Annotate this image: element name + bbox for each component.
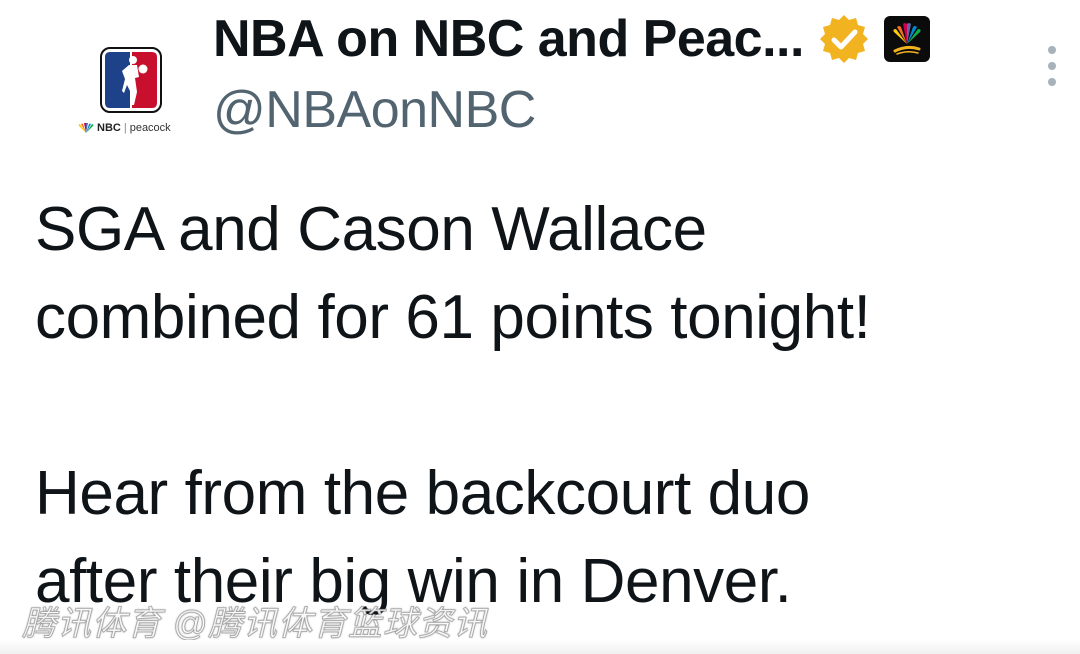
verified-badge-icon[interactable]	[818, 13, 870, 65]
nba-logo-icon	[100, 47, 162, 113]
nbc-sports-peacock-icon	[893, 23, 921, 55]
nbc-label: NBC	[97, 122, 121, 134]
affiliate-badge-icon[interactable]	[883, 16, 930, 62]
author-avatar[interactable]: NBC | peacock	[28, 14, 176, 162]
peacock-label: peacock	[129, 122, 171, 134]
bottom-edge	[0, 640, 1080, 654]
author-handle[interactable]: @NBAonNBC	[213, 80, 536, 140]
nbc-peacock-icon	[78, 123, 94, 133]
source-watermark: 腾讯体育 @腾讯体育篮球资讯	[22, 605, 488, 644]
more-options-icon[interactable]	[1040, 42, 1064, 92]
tweet-text: SGA and Cason Wallace combined for 61 po…	[35, 186, 1065, 626]
author-name-row: NBA on NBC and Peac...	[213, 8, 930, 70]
avatar-brand-line: NBC | peacock	[78, 120, 188, 136]
brand-separator: |	[123, 122, 127, 134]
author-display-name[interactable]: NBA on NBC and Peac...	[213, 9, 804, 69]
tweet-paragraph: SGA and Cason Wallace combined for 61 po…	[35, 195, 871, 352]
